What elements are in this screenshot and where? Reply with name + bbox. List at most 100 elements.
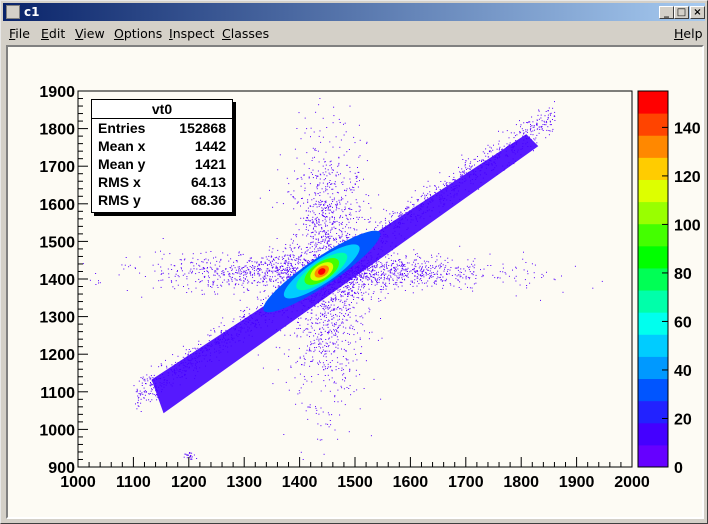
data-point: [302, 262, 304, 264]
data-point: [334, 183, 336, 185]
data-point: [228, 275, 230, 277]
data-point: [123, 268, 125, 270]
menu-edit[interactable]: Edit: [41, 26, 65, 41]
data-point: [400, 281, 402, 283]
data-point: [378, 281, 380, 283]
data-point: [239, 299, 241, 301]
data-point: [191, 272, 193, 274]
menu-help[interactable]: Help: [674, 26, 703, 41]
data-point: [348, 149, 350, 150]
data-point: [240, 254, 242, 256]
data-point: [322, 411, 324, 413]
data-point: [318, 350, 320, 352]
data-point: [300, 317, 302, 319]
data-point: [321, 210, 323, 212]
data-point: [236, 272, 238, 274]
data-point: [288, 183, 290, 185]
data-point: [534, 129, 535, 131]
data-point: [214, 291, 215, 293]
canvas-pad[interactable]: 0 20 40 60 80 100 120 140 1000 1100 1200 1300 1400 1…: [8, 47, 702, 517]
maximize-button[interactable]: □: [674, 6, 689, 19]
data-point: [544, 124, 546, 126]
data-point: [436, 272, 438, 274]
data-point: [195, 281, 197, 283]
data-point: [149, 378, 151, 380]
data-point: [407, 273, 409, 275]
menu-options[interactable]: Options: [114, 26, 162, 41]
menu-file[interactable]: File: [9, 26, 30, 41]
data-point: [323, 453, 325, 455]
data-point: [272, 266, 274, 268]
menu-inspect[interactable]: Inspect: [169, 26, 215, 41]
close-button[interactable]: ×: [690, 6, 705, 19]
data-point: [334, 401, 336, 403]
data-point: [459, 274, 461, 276]
data-point: [340, 294, 341, 296]
data-point: [368, 268, 370, 269]
data-point: [333, 210, 335, 212]
data-point: [286, 254, 288, 256]
data-point: [401, 277, 403, 279]
data-point: [319, 195, 321, 196]
data-point: [376, 266, 378, 268]
title-bar[interactable]: c1 _ □ ×: [3, 3, 705, 21]
data-point: [385, 210, 387, 212]
data-point: [474, 264, 476, 266]
data-point: [448, 273, 450, 275]
data-point: [319, 360, 320, 362]
data-point: [138, 380, 140, 382]
data-point: [348, 227, 350, 229]
data-point: [362, 277, 364, 279]
data-point: [233, 261, 235, 263]
data-point: [471, 263, 473, 265]
data-point: [529, 282, 531, 284]
data-point: [289, 244, 291, 246]
data-point: [329, 420, 331, 421]
data-point: [217, 278, 219, 280]
data-point: [144, 378, 146, 380]
data-point: [361, 346, 363, 348]
data-point: [385, 273, 387, 275]
data-point: [231, 268, 233, 270]
data-point: [440, 256, 442, 258]
minimize-button[interactable]: _: [659, 6, 674, 19]
root-canvas[interactable]: 0 20 40 60 80 100 120 140 1000 1100 1200 1300 1400 1…: [6, 45, 704, 519]
data-point: [434, 273, 436, 275]
app-icon[interactable]: [6, 5, 20, 19]
data-point: [310, 235, 312, 237]
data-point: [483, 268, 485, 270]
data-point: [290, 249, 292, 251]
data-point: [363, 178, 364, 180]
data-point: [303, 258, 305, 260]
data-point: [195, 287, 197, 289]
data-point: [309, 336, 310, 338]
data-point: [325, 225, 327, 227]
data-point: [415, 263, 416, 265]
data-point: [327, 312, 329, 314]
data-point: [329, 219, 331, 221]
data-point: [268, 259, 270, 261]
data-point: [293, 272, 295, 274]
menu-view[interactable]: View: [75, 26, 105, 41]
data-point: [323, 355, 325, 357]
data-point: [98, 280, 99, 282]
data-point: [277, 274, 279, 276]
data-point: [426, 285, 428, 287]
palette-cell: [638, 378, 668, 402]
data-point: [310, 361, 312, 362]
root-window: c1 _ □ × File Edit View Options Inspect …: [0, 0, 708, 524]
data-point: [198, 272, 200, 273]
data-point: [420, 196, 422, 198]
data-point: [314, 248, 316, 250]
data-point: [262, 281, 264, 282]
data-point: [459, 281, 461, 283]
data-point: [238, 269, 240, 271]
data-point: [322, 172, 324, 174]
data-point: [450, 267, 452, 268]
data-point: [341, 321, 343, 323]
data-point: [439, 172, 441, 174]
data-point: [339, 237, 341, 239]
data-point: [352, 286, 354, 288]
data-point: [376, 263, 378, 265]
menu-classes[interactable]: Classes: [222, 26, 269, 41]
